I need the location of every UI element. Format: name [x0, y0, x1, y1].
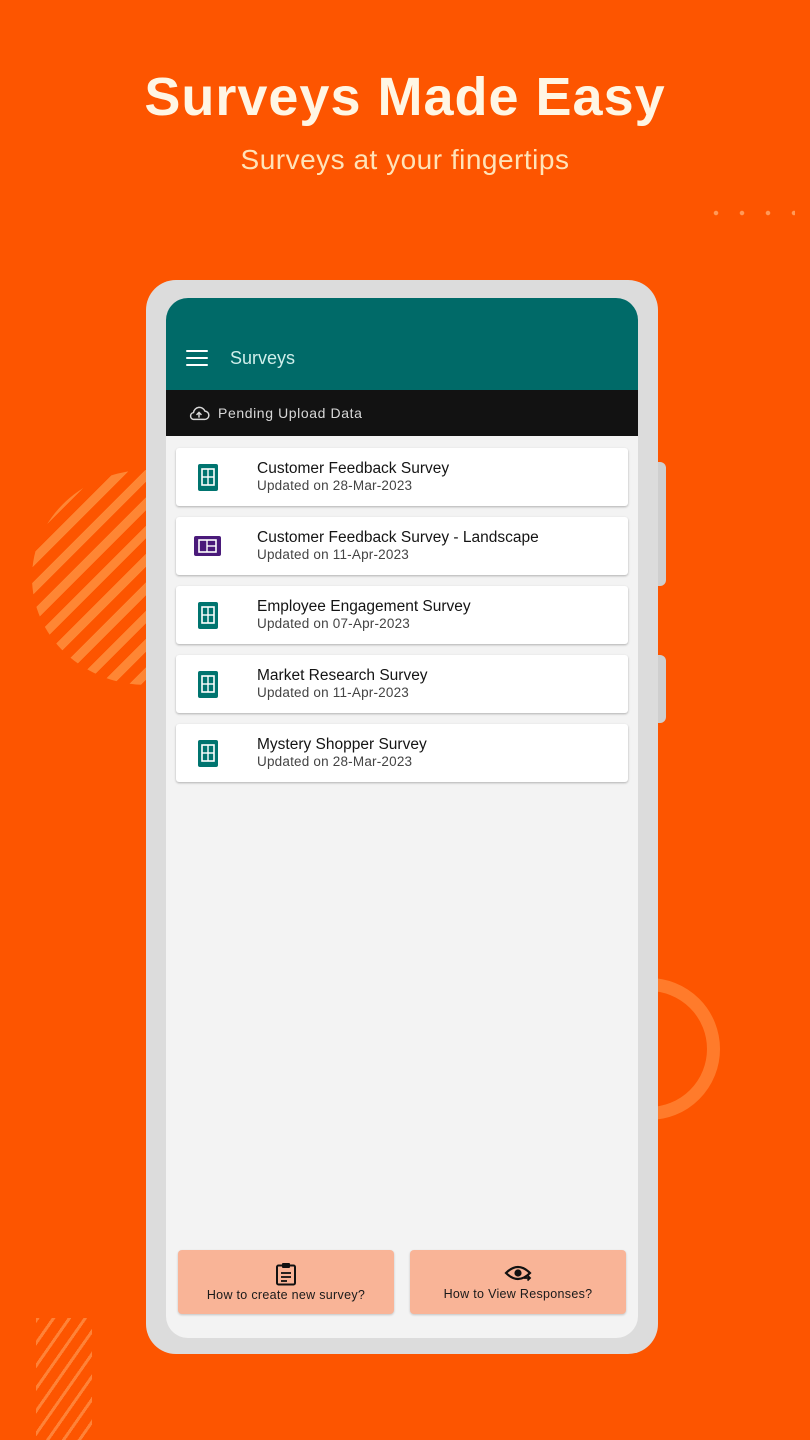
survey-list-item[interactable]: Market Research Survey Updated on 11-Apr…: [176, 655, 628, 713]
eye-icon: [504, 1265, 532, 1282]
how-to-view-responses-label: How to View Responses?: [443, 1287, 593, 1301]
promo-subline: Surveys at your fingertips: [240, 144, 570, 175]
decorative-dots: [703, 200, 795, 236]
survey-title: Market Research Survey: [257, 667, 428, 684]
portrait-form-icon: [194, 739, 221, 767]
clipboard-icon: [276, 1263, 296, 1286]
how-to-create-survey-button[interactable]: How to create new survey?: [178, 1250, 394, 1314]
portrait-form-icon: [194, 670, 221, 698]
phone-side-button: [658, 655, 666, 723]
app-bar: Surveys: [166, 298, 638, 390]
cloud-upload-icon: [189, 406, 210, 421]
pending-upload-label: Pending Upload Data: [218, 405, 363, 421]
portrait-form-icon: [194, 463, 221, 491]
landscape-form-icon: [194, 533, 221, 560]
app-bar-title: Surveys: [230, 347, 296, 368]
survey-list-item[interactable]: Mystery Shopper Survey Updated on 28-Mar…: [176, 724, 628, 782]
survey-updated-date: Updated on 11-Apr-2023: [257, 685, 410, 700]
survey-title: Employee Engagement Survey: [257, 598, 471, 615]
help-buttons: How to create new survey? How to View Re…: [178, 1250, 626, 1314]
survey-list-item[interactable]: Employee Engagement Survey Updated on 07…: [176, 586, 628, 644]
pending-upload-bar[interactable]: Pending Upload Data: [166, 390, 638, 436]
survey-title: Customer Feedback Survey - Landscape: [257, 529, 539, 546]
survey-list-item[interactable]: Customer Feedback Survey - Landscape Upd…: [176, 517, 628, 575]
survey-updated-date: Updated on 07-Apr-2023: [257, 616, 411, 631]
how-to-create-survey-label: How to create new survey?: [206, 1288, 366, 1302]
survey-list-item[interactable]: Customer Feedback Survey Updated on 28-M…: [176, 448, 628, 506]
survey-updated-date: Updated on 28-Mar-2023: [257, 754, 413, 769]
portrait-form-icon: [194, 601, 221, 629]
survey-updated-date: Updated on 28-Mar-2023: [257, 478, 413, 493]
phone-side-button: [658, 462, 666, 586]
survey-title: Customer Feedback Survey: [257, 460, 450, 477]
how-to-view-responses-button[interactable]: How to View Responses?: [410, 1250, 626, 1314]
survey-title: Mystery Shopper Survey: [257, 736, 427, 753]
survey-updated-date: Updated on 11-Apr-2023: [257, 547, 410, 562]
survey-list: Customer Feedback Survey Updated on 28-M…: [166, 436, 638, 782]
hamburger-menu-icon[interactable]: [186, 350, 208, 366]
promo-headline: Surveys Made Easy: [144, 67, 666, 127]
phone-screen: Surveys Pending Upload Data Customer Fee…: [166, 298, 638, 1338]
decorative-lines: [36, 1318, 92, 1440]
